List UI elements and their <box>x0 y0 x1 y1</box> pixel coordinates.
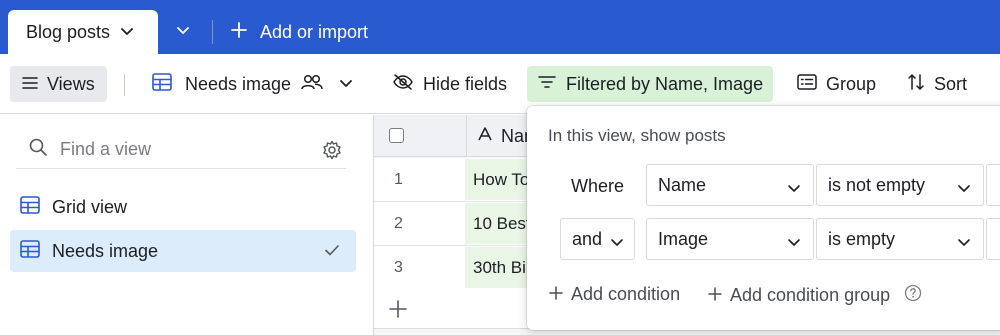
add-condition-button[interactable]: Add condition <box>549 284 680 305</box>
row-number: 3 <box>394 259 403 276</box>
chevron-down-icon <box>176 23 190 42</box>
hamburger-icon <box>22 74 38 95</box>
add-condition-group-label: Add condition group <box>730 285 891 305</box>
group-button[interactable]: Group <box>787 66 886 102</box>
chevron-down-icon <box>339 74 353 95</box>
find-view-search[interactable]: Find a view <box>16 131 346 169</box>
condition-field-select[interactable]: Image <box>646 218 814 260</box>
chevron-down-icon[interactable] <box>120 22 134 43</box>
text-field-icon <box>477 126 493 147</box>
sort-button[interactable]: Sort <box>897 66 977 102</box>
condition-field-select[interactable]: Name <box>646 164 814 206</box>
select-all-checkbox[interactable] <box>389 128 404 143</box>
grid-view-icon <box>152 72 172 96</box>
current-view-label: Needs image <box>185 73 292 94</box>
plus-icon <box>549 284 563 305</box>
sidebar-item-label: Needs image <box>52 240 159 261</box>
sort-label: Sort <box>934 73 968 94</box>
filter-popover-title: In this view, show posts <box>548 126 726 145</box>
views-button[interactable]: Views <box>10 66 107 102</box>
sidebar-item-grid-view[interactable]: Grid view <box>10 186 356 228</box>
filter-popover: In this view, show posts Where Name is n… <box>527 106 1000 330</box>
row-number: 1 <box>394 171 403 188</box>
condition-value-input[interactable] <box>986 218 1000 260</box>
condition-field-value: Image <box>658 228 709 249</box>
sidebar-item-needs-image[interactable]: Needs image <box>10 230 356 272</box>
add-condition-label: Add condition <box>571 284 681 304</box>
tab-divider <box>212 20 213 44</box>
views-sidebar: Find a view Grid view Needs image <box>0 115 374 335</box>
sidebar-item-label: Grid view <box>52 196 128 217</box>
view-toolbar: Views Needs image Hide fields Filtered b… <box>0 54 1000 114</box>
hide-fields-button[interactable]: Hide fields <box>382 66 517 102</box>
tab-blog-posts[interactable]: Blog posts <box>8 10 158 54</box>
condition-operator-value: is not empty <box>828 174 926 195</box>
plus-icon <box>388 299 408 324</box>
plus-icon <box>708 285 722 306</box>
check-icon <box>324 242 340 263</box>
conjunction-value: and <box>572 228 603 249</box>
eye-off-icon <box>392 73 414 96</box>
search-icon <box>28 137 48 162</box>
tables-dropdown-button[interactable] <box>160 10 206 54</box>
chevron-down-icon <box>787 179 801 200</box>
views-label: Views <box>47 73 95 94</box>
find-view-placeholder: Find a view <box>60 139 152 159</box>
toolbar-divider <box>124 74 125 96</box>
row-number: 2 <box>394 215 403 232</box>
filter-button[interactable]: Filtered by Name, Image <box>527 66 774 102</box>
where-label: Where <box>571 176 625 196</box>
help-icon[interactable] <box>904 284 922 307</box>
add-condition-group-button[interactable]: Add condition group <box>708 284 922 307</box>
chevron-down-icon <box>957 233 971 254</box>
base-header: Blog posts Add or import <box>0 0 1000 54</box>
hide-fields-label: Hide fields <box>423 73 508 94</box>
condition-operator-select[interactable]: is not empty <box>816 164 984 206</box>
plus-icon <box>230 21 248 44</box>
filter-label: Filtered by Name, Image <box>566 73 764 94</box>
condition-value-input[interactable] <box>986 164 1000 206</box>
condition-field-value: Name <box>658 174 707 195</box>
current-view-switcher[interactable]: Needs image <box>142 66 363 102</box>
add-or-import-button[interactable]: Add or import <box>230 10 368 54</box>
add-or-import-label: Add or import <box>260 21 369 42</box>
collaborators-icon <box>300 73 324 96</box>
conjunction-select[interactable]: and <box>560 218 635 260</box>
group-icon <box>797 73 817 95</box>
group-label: Group <box>826 73 877 94</box>
grid-view-icon <box>20 239 40 263</box>
chevron-down-icon <box>610 233 624 254</box>
condition-operator-select[interactable]: is empty <box>816 218 984 260</box>
chevron-down-icon <box>787 233 801 254</box>
chevron-down-icon <box>957 179 971 200</box>
filter-icon <box>537 74 557 95</box>
tab-label: Blog posts <box>26 21 111 42</box>
grid-view-icon <box>20 195 40 219</box>
condition-operator-value: is empty <box>828 228 896 249</box>
sort-icon <box>907 73 925 96</box>
gear-icon[interactable] <box>322 140 342 165</box>
